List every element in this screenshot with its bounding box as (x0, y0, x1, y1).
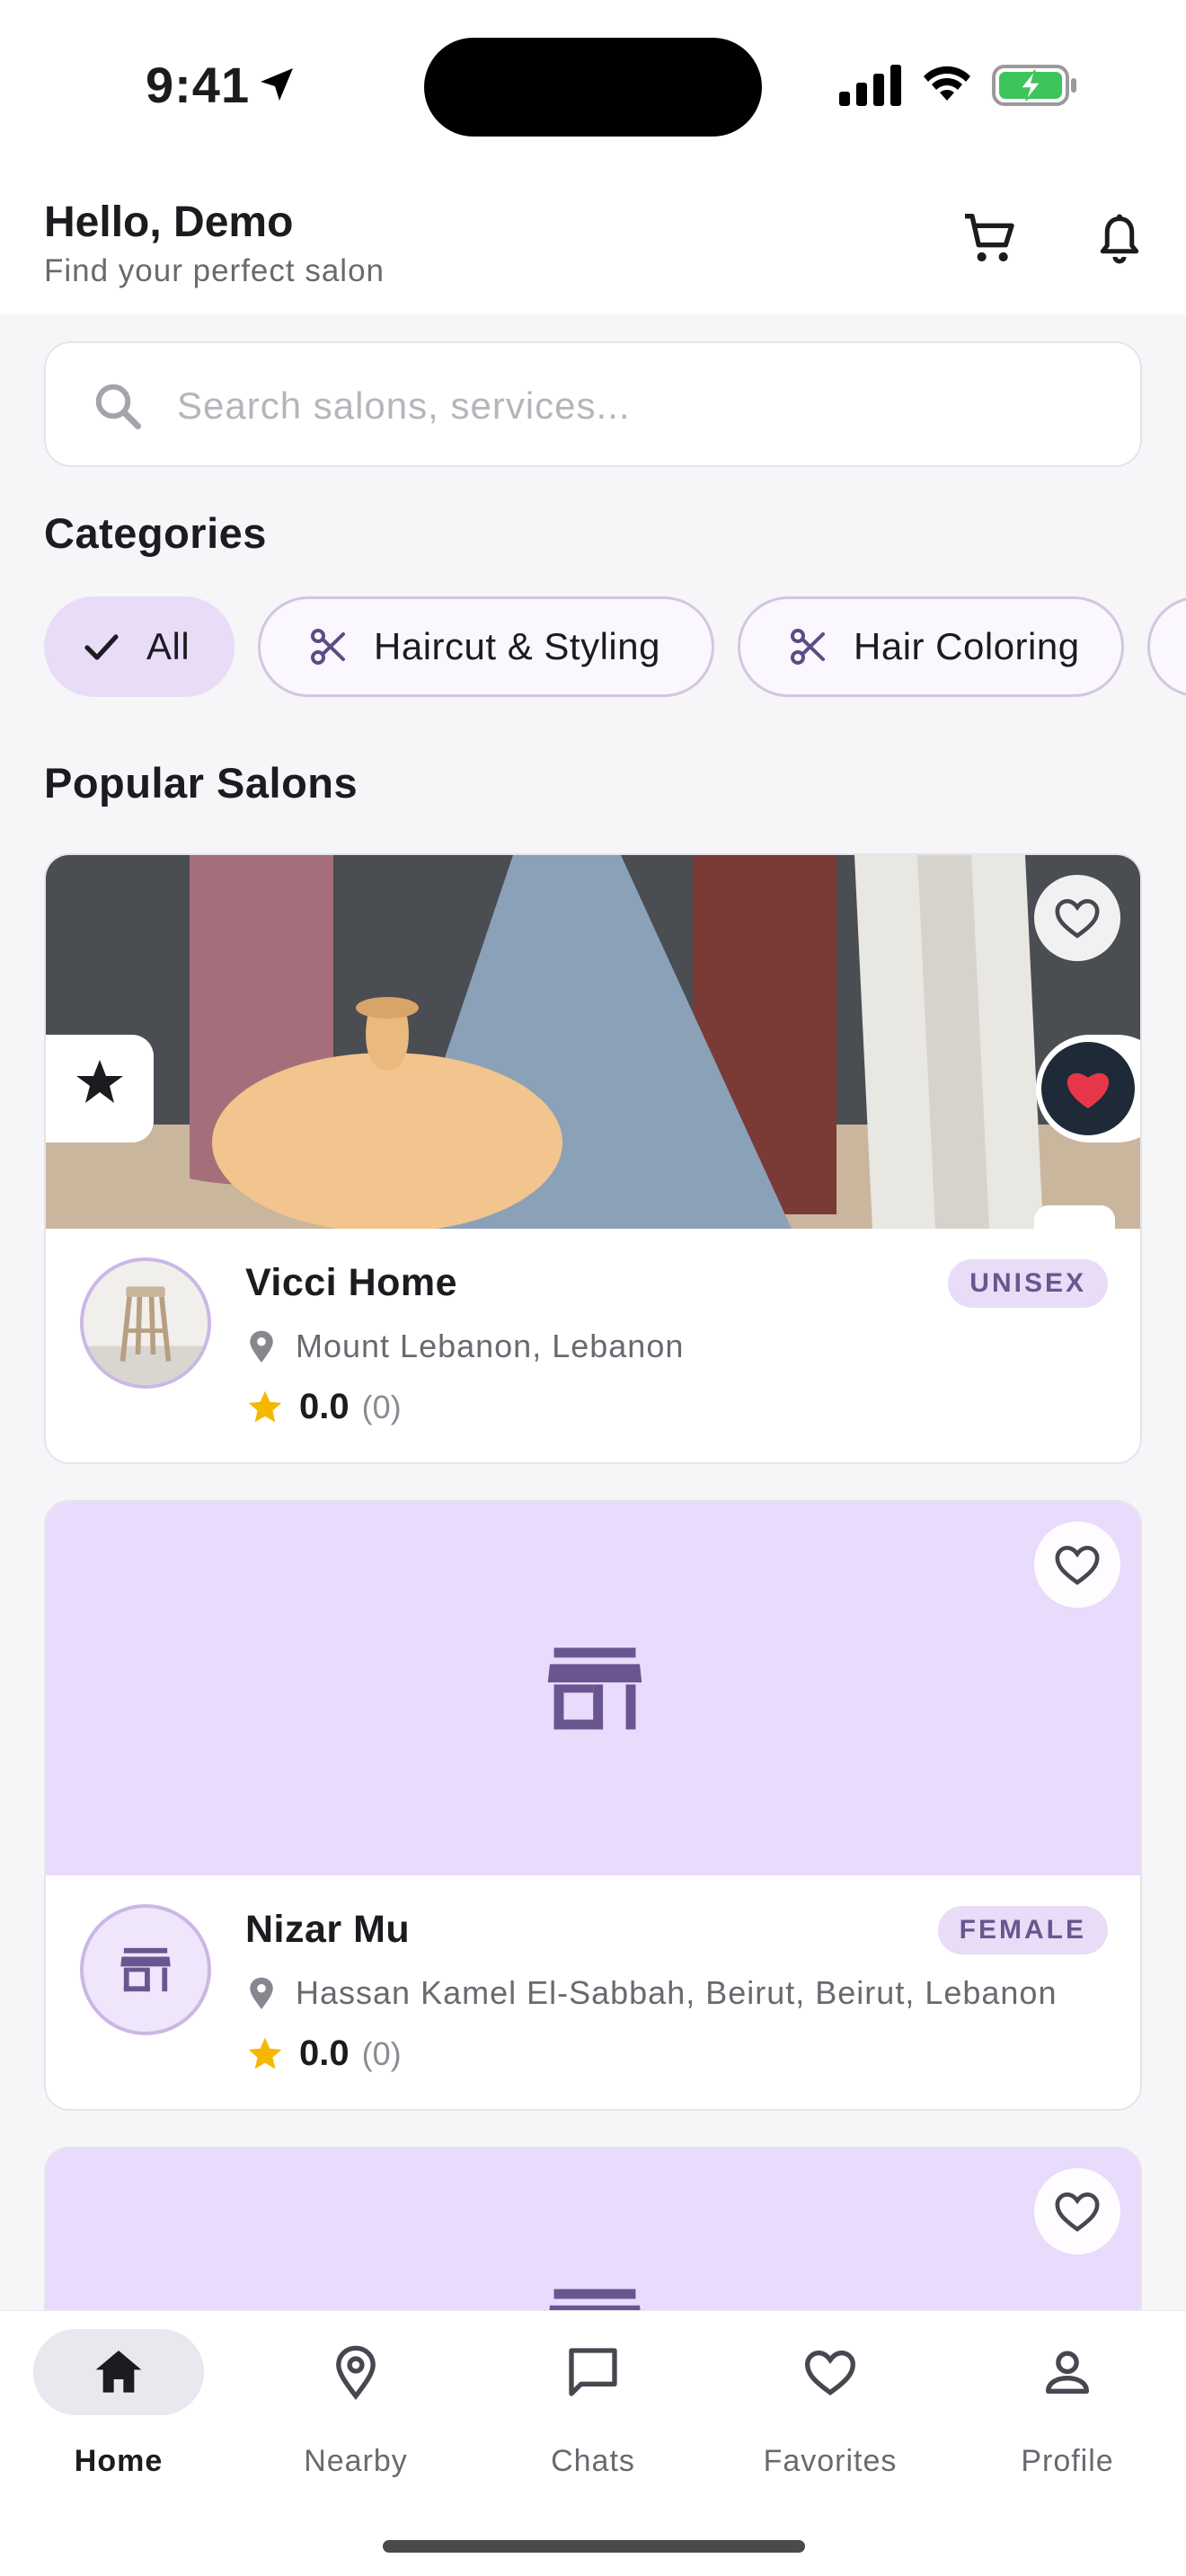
chip-label: Haircut & Styling (374, 625, 660, 667)
nav-label: Favorites (763, 2444, 898, 2478)
cellular-signal-icon (839, 65, 901, 106)
salon-address: Hassan Kamel El-Sabbah, Beirut, Beirut, … (296, 1974, 1058, 2011)
search-bar[interactable] (44, 341, 1142, 467)
status-bar: 9:41 (0, 0, 1186, 171)
star-icon (248, 2037, 282, 2069)
nav-pill (508, 2329, 678, 2415)
salon-card-body: Vicci Home UNISEX Mount Lebanon, Lebanon… (46, 1229, 1140, 1462)
salon-rating: 0.0 (299, 1387, 350, 1426)
location-arrow-icon (261, 68, 293, 101)
greeting-subtitle: Find your perfect salon (44, 253, 385, 288)
chip-label: All (146, 625, 190, 667)
check-icon (84, 634, 119, 660)
app-header: Hello, Demo Find your perfect salon (0, 171, 1186, 314)
favorite-button[interactable] (1034, 875, 1120, 961)
salon-address-row: Hassan Kamel El-Sabbah, Beirut, Beirut, … (245, 1974, 1057, 2012)
categories-title: Categories (44, 509, 267, 557)
heart-outline-icon (1055, 898, 1100, 939)
salon-cover-image (46, 855, 1140, 1229)
salon-card-body: Nizar Mu FEMALE Hassan Kamel El-Sabbah, … (46, 1875, 1140, 2109)
dynamic-island (424, 38, 762, 137)
salon-rating: 0.0 (299, 2033, 350, 2073)
nav-home[interactable]: Home (0, 2311, 237, 2509)
salon-rating-row: 0.0 (0) (245, 2033, 402, 2074)
person-outline-icon (1046, 2351, 1089, 2394)
salon-type-badge: UNISEX (948, 1259, 1108, 1308)
salon-avatar (80, 1904, 211, 2035)
storefront-icon (547, 1647, 642, 1730)
nav-label: Nearby (304, 2444, 408, 2478)
category-chips: All Haircut & Styling Hair Coloring (44, 595, 1186, 699)
wifi-icon (924, 66, 970, 101)
salon-type-badge: FEMALE (937, 1906, 1108, 1954)
salon-name: Vicci Home (245, 1261, 458, 1304)
nav-pill (982, 2329, 1153, 2415)
chip-hair-coloring[interactable]: Hair Coloring (738, 596, 1124, 697)
status-time: 9:41 (146, 57, 251, 113)
heart-outline-icon (1055, 1545, 1100, 1585)
location-pin-outline-icon (336, 2345, 376, 2401)
scissors-icon (791, 629, 825, 665)
nav-profile[interactable]: Profile (949, 2311, 1186, 2509)
greeting-title: Hello, Demo (44, 198, 294, 246)
salon-card[interactable]: Vicci Home UNISEX Mount Lebanon, Lebanon… (44, 853, 1142, 1464)
heart-outline-icon (804, 2350, 856, 2395)
nav-label: Home (74, 2444, 164, 2478)
salon-review-count: (0) (361, 1388, 402, 1425)
salon-cover-placeholder (46, 1502, 1140, 1875)
chip-haircut-styling[interactable]: Haircut & Styling (258, 596, 714, 697)
cart-icon (965, 214, 1014, 262)
chat-bubble-icon (569, 2348, 617, 2396)
notifications-button[interactable] (1085, 205, 1154, 273)
search-icon (95, 384, 141, 429)
location-pin-icon (250, 1330, 273, 1363)
nav-pill (745, 2329, 916, 2415)
salon-rating-row: 0.0 (0) (245, 1387, 402, 1427)
scissors-icon (311, 629, 345, 665)
nav-label: Chats (551, 2444, 635, 2478)
chip-all[interactable]: All (44, 596, 235, 697)
chip-label: Hair Coloring (854, 625, 1080, 667)
search-input[interactable] (177, 370, 1111, 442)
salon-name: Nizar Mu (245, 1908, 411, 1951)
salon-review-count: (0) (361, 2034, 402, 2072)
heart-outline-icon (1055, 2192, 1100, 2232)
nav-chats[interactable]: Chats (474, 2311, 712, 2509)
bottom-navigation: Home Nearby Chats Favorites Profile (0, 2310, 1186, 2576)
nav-nearby[interactable]: Nearby (237, 2311, 474, 2509)
nav-pill (270, 2329, 441, 2415)
location-pin-icon (250, 1977, 273, 2009)
chip-more[interactable] (1147, 596, 1186, 697)
storefront-icon (120, 1947, 171, 1992)
nav-favorites[interactable]: Favorites (712, 2311, 949, 2509)
battery-charging-icon (992, 65, 1076, 106)
nav-home-indicator (33, 2329, 204, 2415)
popular-salons-title: Popular Salons (44, 759, 358, 807)
favorite-button[interactable] (1034, 1522, 1120, 1608)
nav-label: Profile (1021, 2444, 1114, 2478)
salon-address: Mount Lebanon, Lebanon (296, 1328, 685, 1364)
home-indicator[interactable] (383, 2540, 805, 2553)
home-icon (95, 2351, 142, 2393)
salon-avatar (80, 1257, 211, 1389)
cart-button[interactable] (956, 205, 1024, 273)
salon-address-row: Mount Lebanon, Lebanon (245, 1328, 684, 1365)
star-icon (248, 1390, 282, 1422)
salon-card[interactable]: Nizar Mu FEMALE Hassan Kamel El-Sabbah, … (44, 1500, 1142, 2111)
stool-image-icon (84, 1261, 208, 1385)
favorite-button[interactable] (1034, 2168, 1120, 2254)
bell-icon (1100, 214, 1139, 264)
